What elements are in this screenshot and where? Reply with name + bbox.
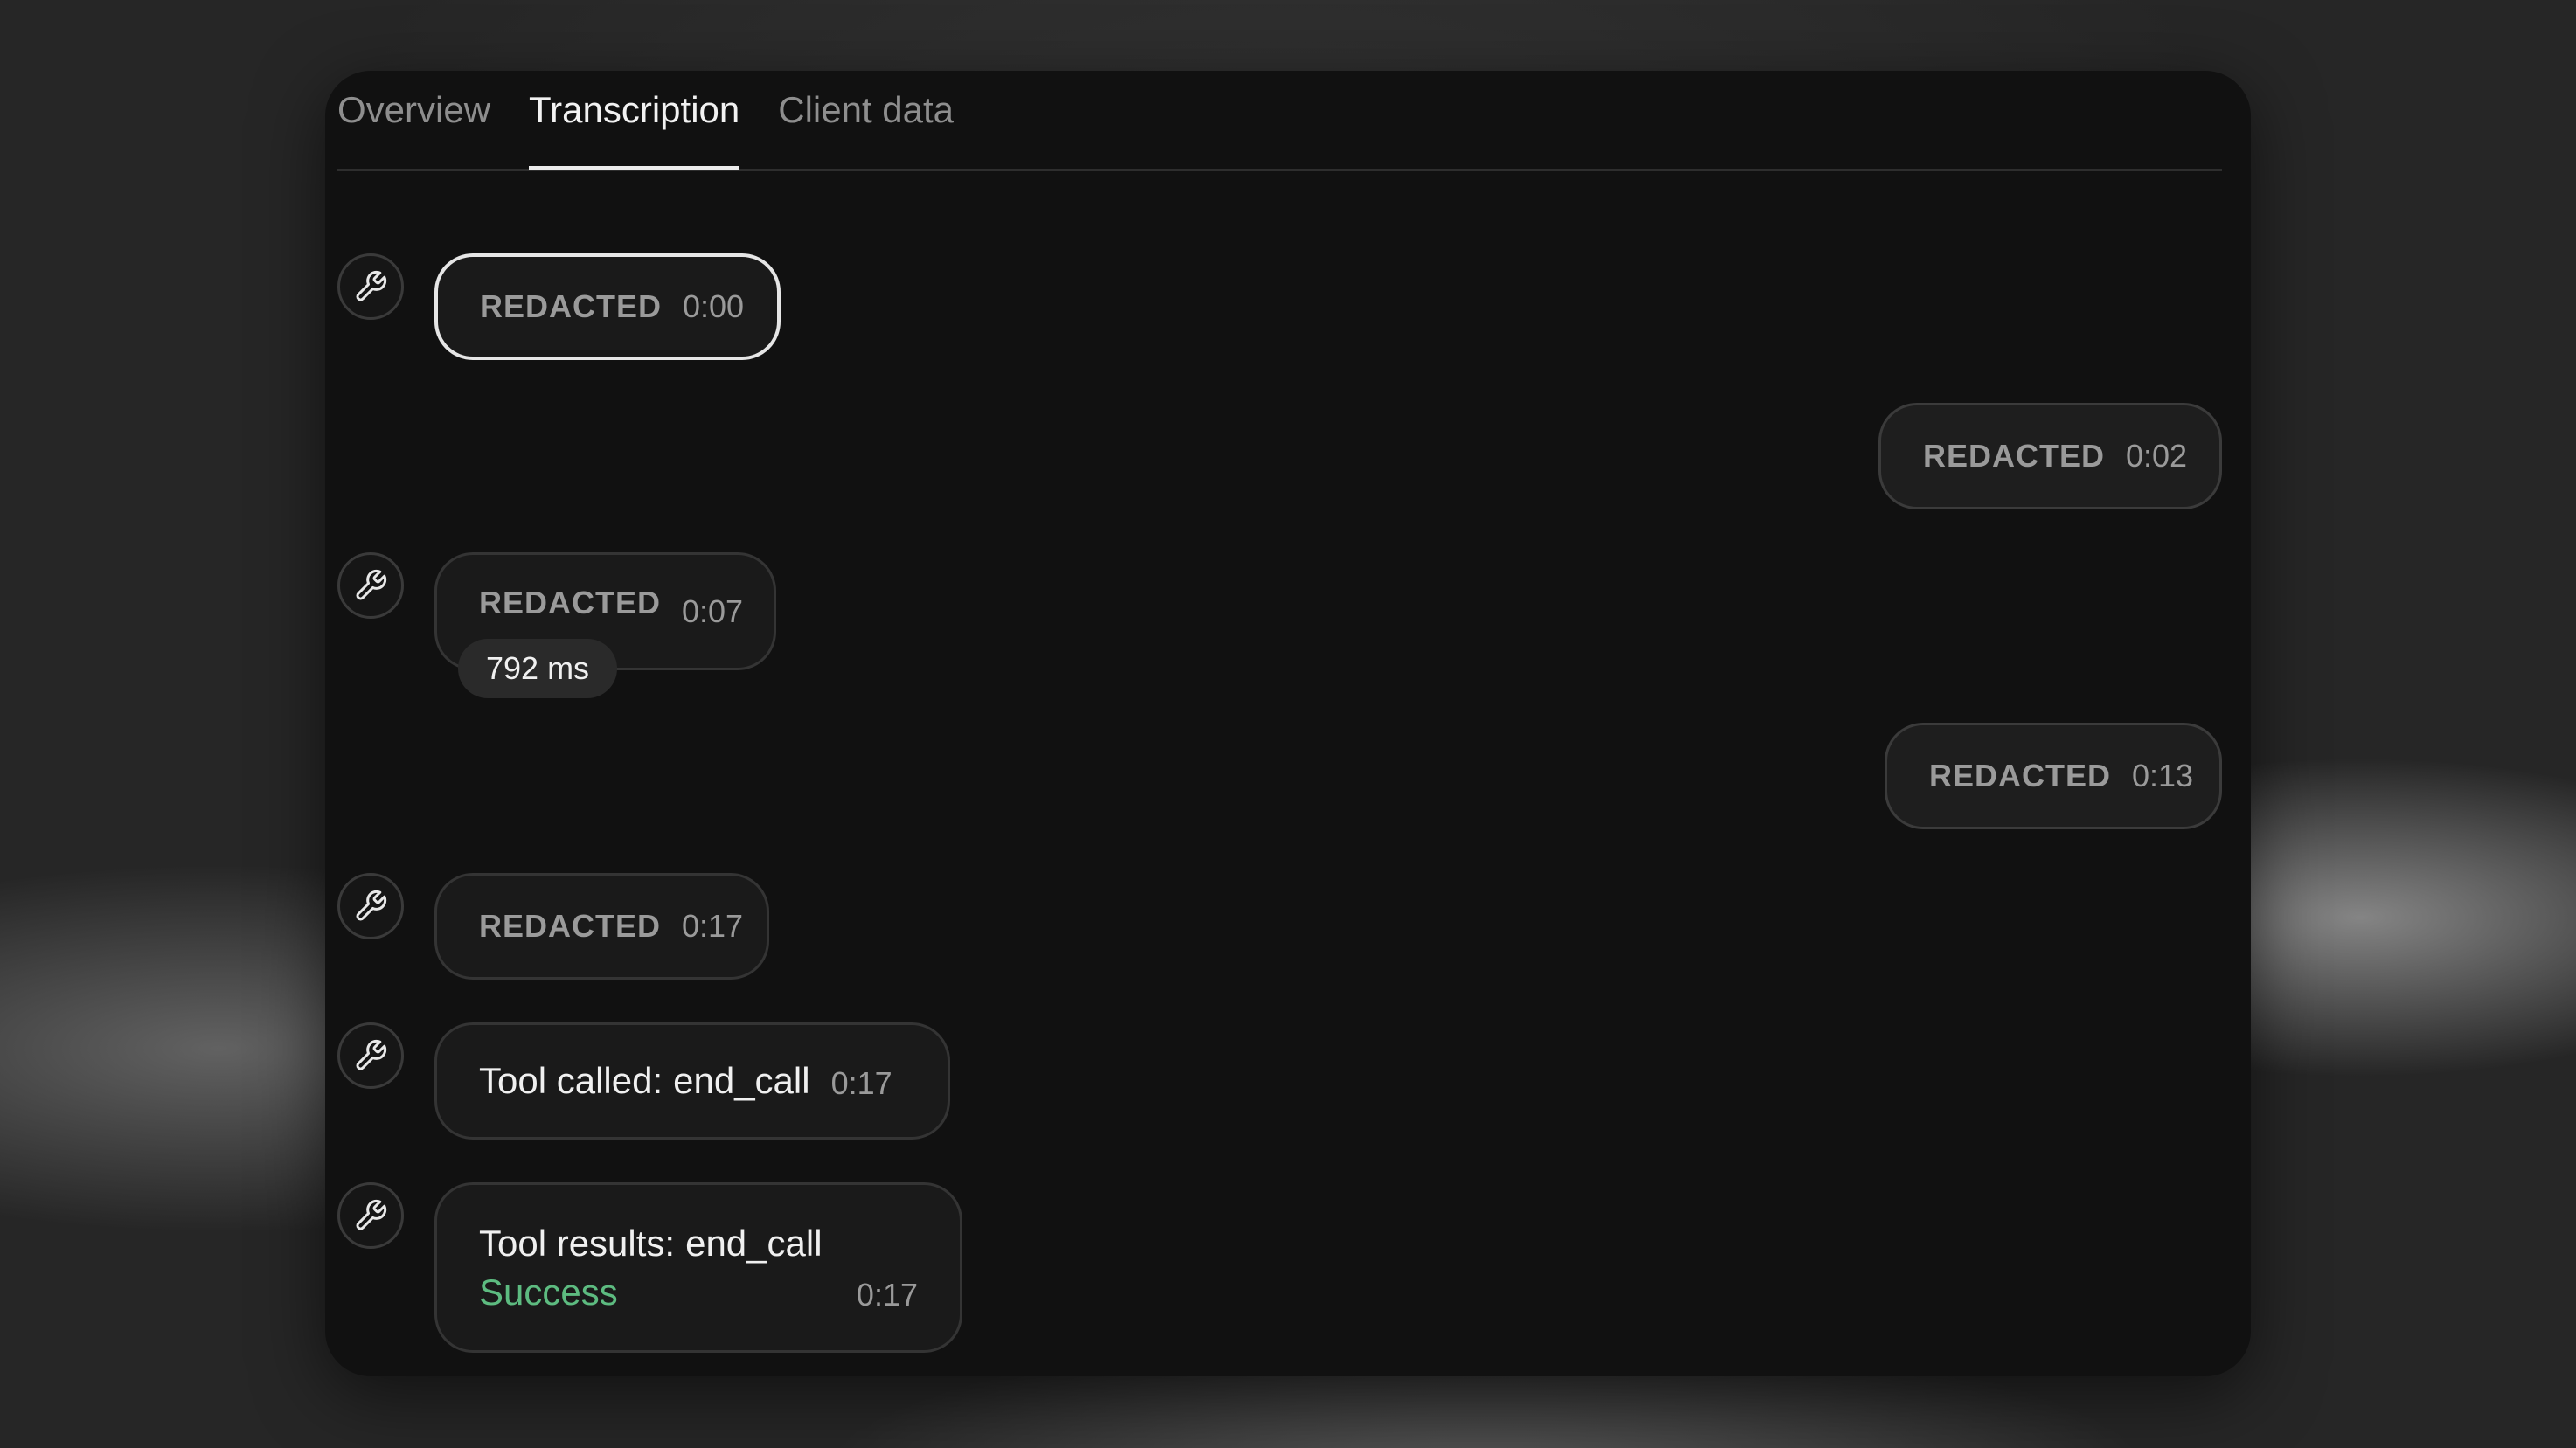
message-time: 0:17 (830, 1065, 892, 1101)
tab-client-data[interactable]: Client data (778, 71, 954, 148)
tool-name: end_call (685, 1222, 823, 1264)
status-success: Success (479, 1271, 618, 1313)
tool-result-bubble[interactable]: Tool results: end_call Success 0:17 (434, 1182, 962, 1353)
message-text: REDACTED (479, 585, 662, 620)
tab-bar: Overview Transcription Client data (337, 71, 2222, 171)
tab-transcription[interactable]: Transcription (529, 71, 740, 170)
tool-result-footer: Success 0:17 (479, 1271, 918, 1313)
message-time: 0:07 (682, 593, 744, 629)
latency-badge: 792 ms (458, 639, 618, 698)
tab-overview[interactable]: Overview (337, 71, 490, 148)
message-time: 0:17 (682, 908, 744, 944)
message-text: REDACTED (479, 908, 662, 944)
message-bubble-user[interactable]: REDACTED 0:02 (1878, 403, 2222, 509)
message-bubble-user[interactable]: REDACTED 0:13 (1885, 723, 2222, 829)
wrench-icon (337, 552, 404, 619)
tool-call-bubble[interactable]: Tool called: end_call 0:17 (434, 1022, 950, 1140)
message-time: 0:00 (683, 288, 745, 324)
message-bubble-agent[interactable]: REDACTED 0:00 (434, 253, 781, 360)
tool-name: end_call (673, 1060, 810, 1101)
message-text: REDACTED (1929, 758, 2112, 793)
message-time: 0:13 (2132, 758, 2194, 793)
wrench-icon (337, 253, 404, 320)
transcript-panel: Overview Transcription Client data REDAC… (325, 71, 2251, 1376)
tool-result-header: Tool results: end_call (479, 1223, 823, 1264)
tool-result-label: Tool results: (479, 1222, 676, 1264)
message-bubble-agent[interactable]: REDACTED 0:17 (434, 873, 769, 980)
wrench-icon (337, 873, 404, 939)
message-time: 0:17 (856, 1276, 918, 1313)
wrench-icon (337, 1182, 404, 1249)
wrench-icon (337, 1022, 404, 1089)
tool-call-label: Tool called: (479, 1060, 663, 1101)
message-time: 0:02 (2126, 438, 2188, 474)
message-text: REDACTED (480, 288, 663, 324)
message-text: REDACTED (1923, 438, 2106, 474)
